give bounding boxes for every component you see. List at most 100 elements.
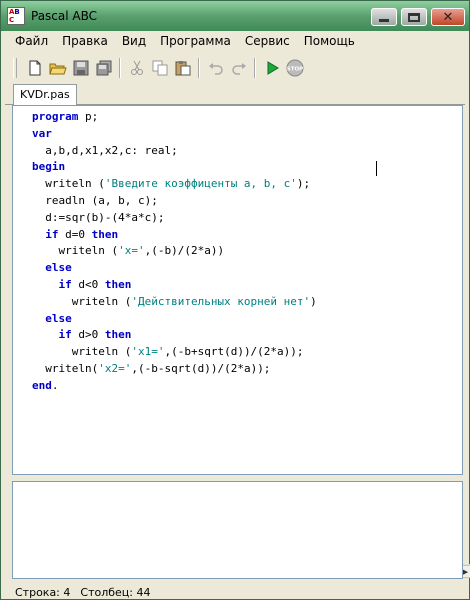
code-line[interactable]: program p; [32,109,317,126]
open-folder-icon [48,63,67,75]
code-token: . [51,378,59,392]
toolbar: STOP [5,55,467,81]
save-all-button[interactable] [92,57,115,79]
code-keyword: if [45,227,59,241]
toolbar-separator [119,58,121,78]
code-keyword: else [45,261,72,275]
save-all-icon [96,60,111,76]
code-line[interactable]: writeln('x2=',(-b-sqrt(d))/(2*a)); [32,361,317,378]
copy-icon [152,60,167,76]
code-string: 'x2=' [98,361,132,375]
code-line[interactable]: if d=0 then [32,227,317,244]
code-line[interactable]: var [32,126,317,143]
code-string: 'x1=' [131,345,165,359]
code-token: ); [296,177,311,191]
menu-edit[interactable]: Правка [55,31,115,51]
code-editor[interactable]: program p; var a,b,d,x1,x2,c: real; begin … [12,105,470,578]
code-line[interactable]: d:=sqr(b)-(4*a*c); [32,210,317,227]
code-token: readln (a, b, c); [32,193,158,207]
menu-help[interactable]: Помощь [297,31,362,51]
app-window: AB C Pascal ABC ✕ Файл Правка Вид Програм… [0,0,470,600]
code-line[interactable]: begin [32,159,317,176]
cut-button[interactable] [125,57,148,79]
code-keyword: if [58,277,72,291]
undo-button[interactable] [204,57,227,79]
maximize-icon [408,12,420,22]
minimize-button[interactable] [371,8,397,26]
code-token: writeln ( [32,244,119,258]
close-button[interactable]: ✕ [431,8,465,26]
window-title: Pascal ABC [31,9,98,23]
title-bar[interactable]: AB C Pascal ABC ✕ [1,1,469,31]
code-keyword: then [91,227,119,241]
code-token: ,(-b)/(2*a)) [144,244,225,258]
code-keyword: then [104,277,132,291]
redo-icon [231,63,246,75]
save-button[interactable] [69,57,92,79]
code-token: p; [78,110,99,123]
code-token: d:=sqr(b)-(4*a*c); [32,210,165,224]
cut-icon [130,60,143,75]
undo-icon [208,63,223,75]
new-file-icon [29,60,40,76]
code-line[interactable]: end. [32,378,317,395]
code-keyword: begin [32,160,66,174]
menu-service[interactable]: Сервис [238,31,297,51]
open-button[interactable] [46,57,69,79]
code-keyword: if [58,328,72,342]
close-icon: ✕ [442,9,454,25]
toolbar-separator [198,58,200,78]
toolbar-grip[interactable] [13,58,17,78]
stop-button[interactable]: STOP [283,57,306,79]
run-button[interactable] [260,57,283,79]
tab-strip: KVDr.pas [5,83,465,105]
toolbar-separator [254,58,256,78]
code-token: d<0 [71,277,105,291]
code-line[interactable]: writeln ('Введите коэффиценты a, b, c'); [32,176,317,193]
new-file-button[interactable] [23,57,46,79]
menu-program[interactable]: Программа [153,31,238,51]
code-line[interactable]: writeln ('Действительных корней нет') [32,294,317,311]
code-line[interactable]: if d<0 then [32,277,317,294]
code-string: 'Введите коэффиценты a, b, c' [104,177,297,191]
code-string: 'Действительных корней нет' [131,294,311,308]
save-icon [73,60,88,76]
code-token: d>0 [71,328,105,342]
tab-kvdr-pas[interactable]: KVDr.pas [13,84,77,105]
code-token: ,(-b-sqrt(d))/(2*a)); [131,361,271,375]
code-line[interactable]: else [32,260,317,277]
code-token: writeln ( [32,345,132,359]
code-token: writeln ( [32,294,132,308]
code-line[interactable]: else [32,311,317,328]
arrow-right-icon: ▶ [462,567,469,576]
code-string: 'x=' [118,244,145,258]
redo-button[interactable] [227,57,250,79]
paste-icon [175,61,190,76]
output-panel[interactable] [12,481,463,579]
paste-button[interactable] [171,57,194,79]
stop-icon: STOP [286,59,303,77]
code-token: ,(-b+sqrt(d))/(2*a)); [164,345,304,359]
maximize-button[interactable] [401,8,427,26]
status-column: Столбец: 44 [80,586,151,599]
code-line[interactable]: writeln ('x=',(-b)/(2*a)) [32,243,317,260]
code-line[interactable]: readln (a, b, c); [32,193,317,210]
menu-bar: Файл Правка Вид Программа Сервис Помощь [5,31,465,51]
code-line[interactable]: writeln ('x1=',(-b+sqrt(d))/(2*a)); [32,344,317,361]
menu-file[interactable]: Файл [5,31,55,51]
status-bar: Строка: 4 Столбец: 44 [5,583,467,600]
code-text[interactable]: program p; var a,b,d,x1,x2,c: real; begin … [32,109,317,395]
text-caret [376,161,377,176]
code-keyword: else [45,311,72,325]
code-line[interactable]: a,b,d,x1,x2,c: real; [32,143,317,160]
code-token: d=0 [58,227,92,241]
pascal-abc-icon: AB C [7,7,25,25]
code-keyword: program [32,110,79,123]
code-line[interactable]: if d>0 then [32,327,317,344]
stop-icon-label: STOP [286,67,302,73]
menu-view[interactable]: Вид [115,31,153,51]
copy-button[interactable] [148,57,171,79]
